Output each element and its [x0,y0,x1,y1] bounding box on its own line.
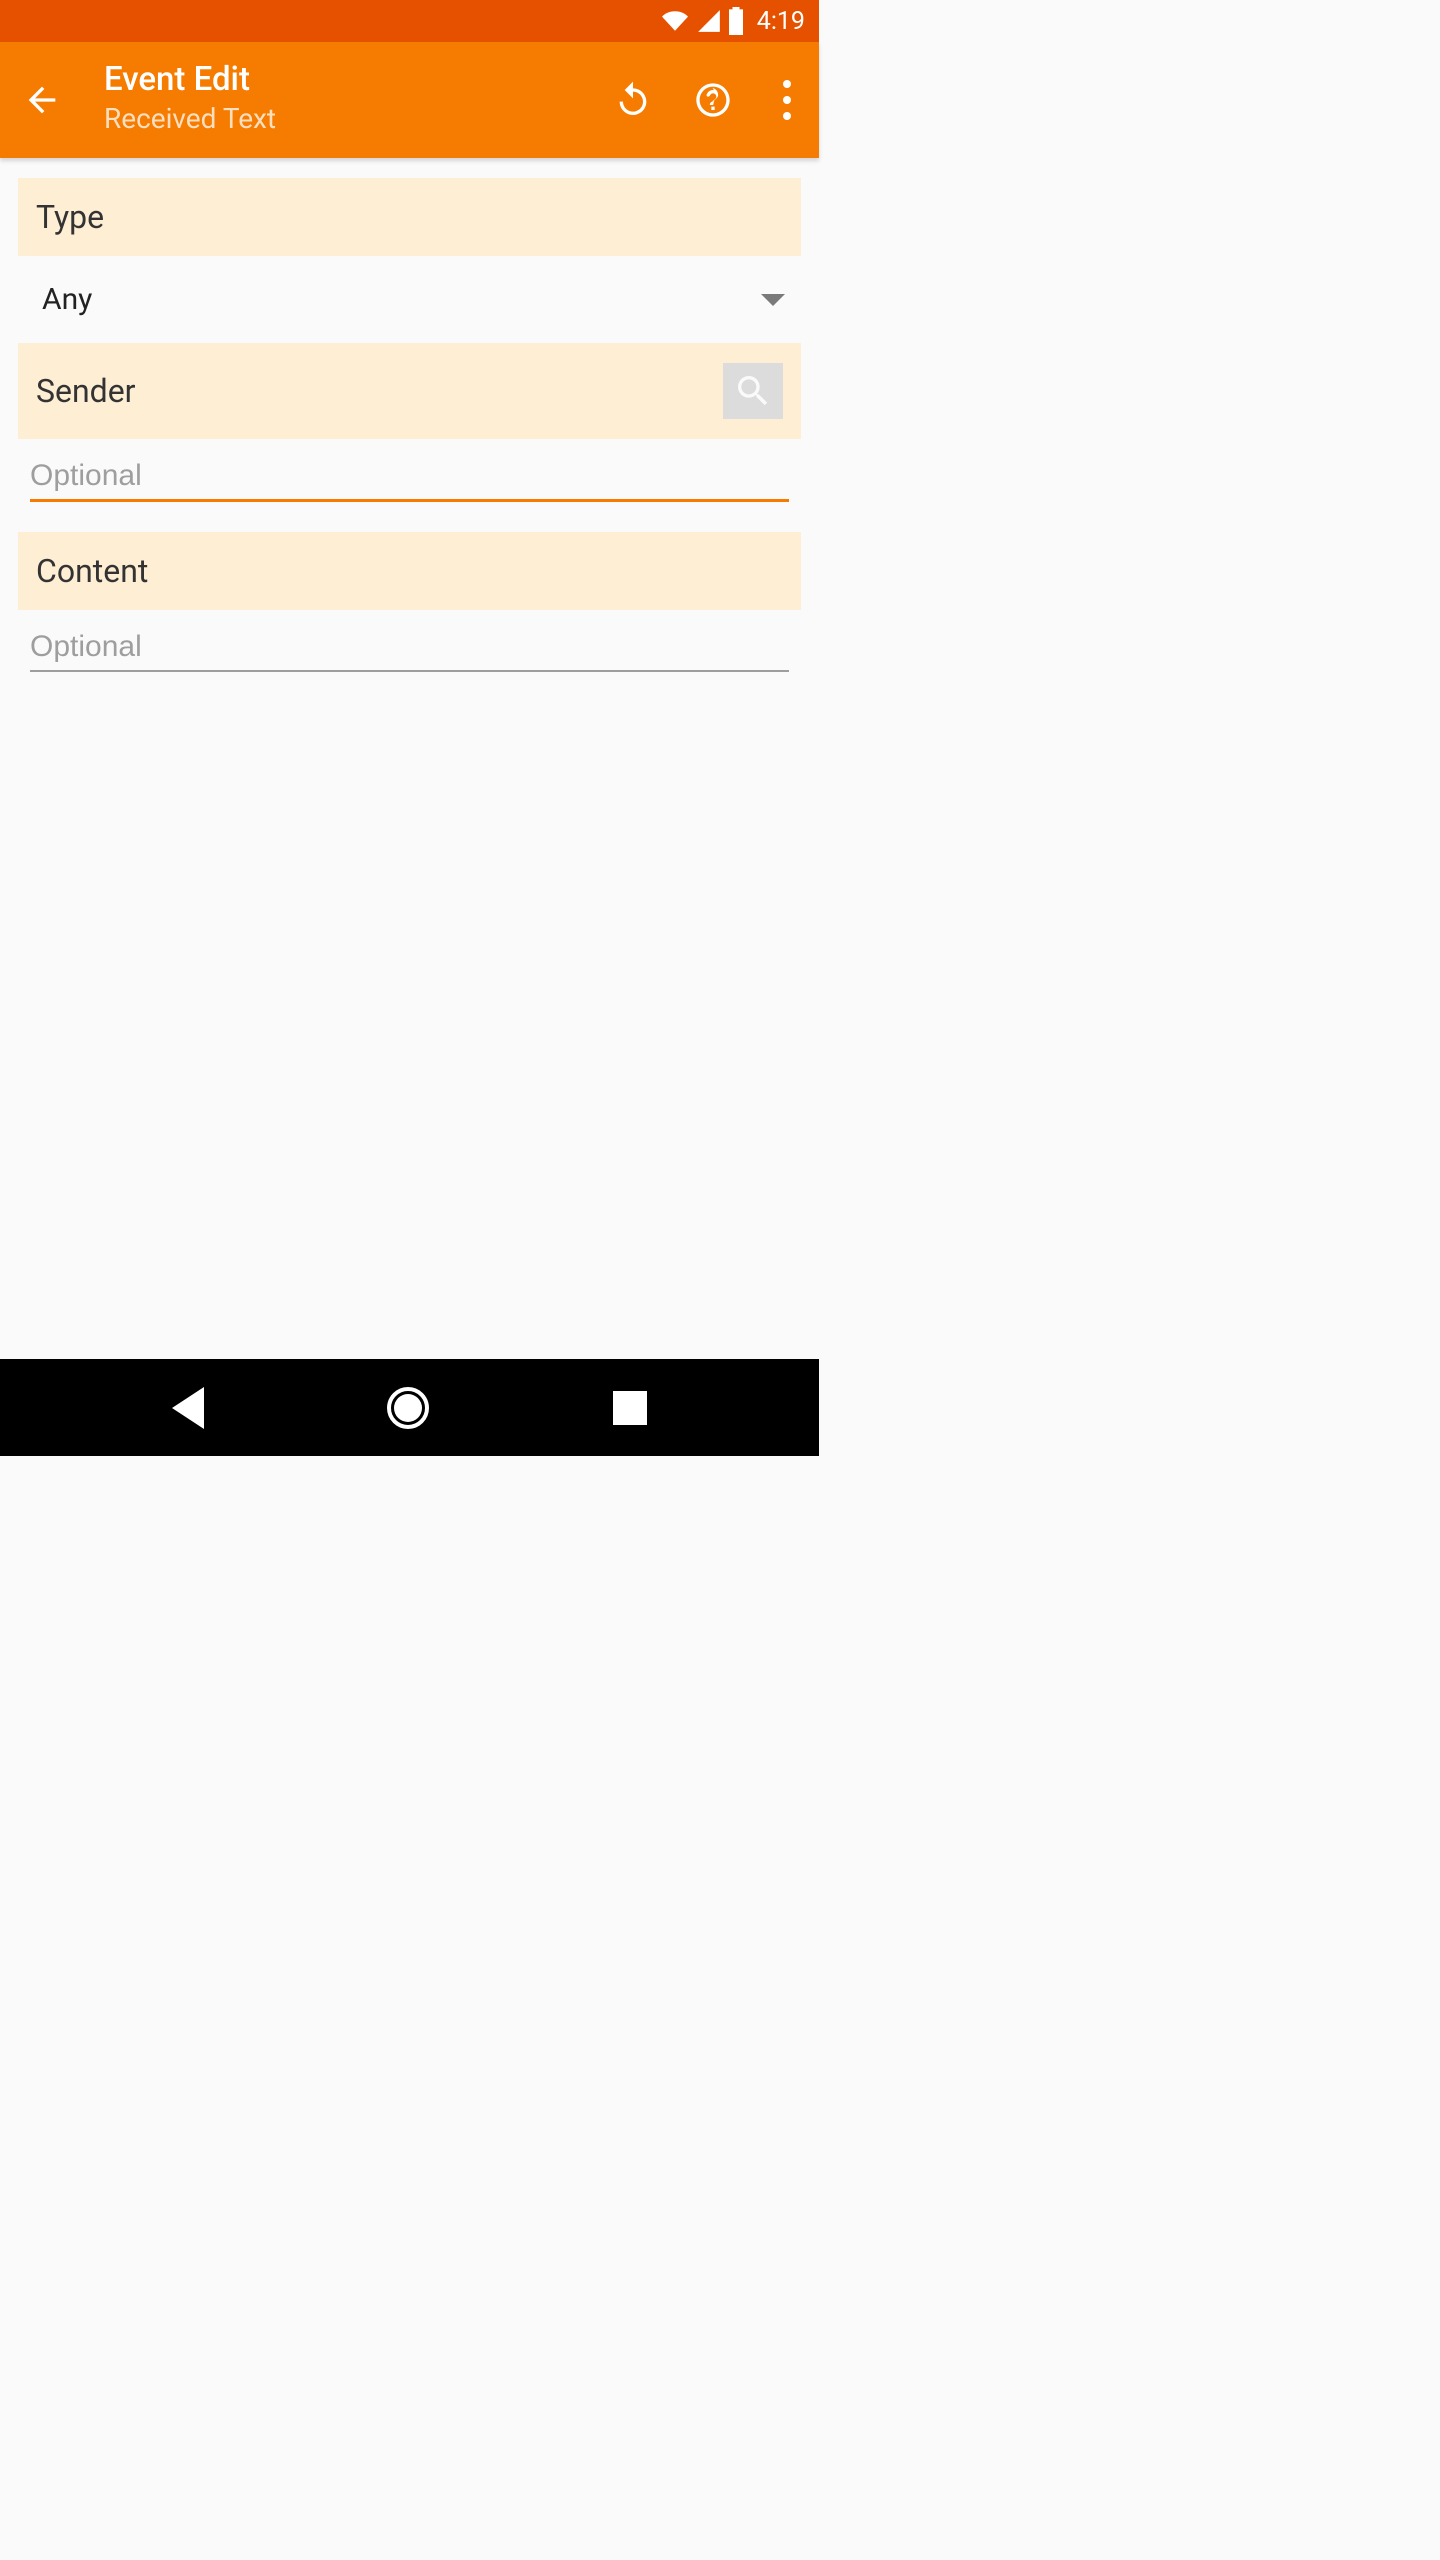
app-bar: Event Edit Received Text [0,42,819,158]
app-title-group: Event Edit Received Text [104,62,613,137]
content-input-row [0,610,819,672]
app-title: Event Edit [104,62,613,98]
type-section-header: Type [18,178,801,256]
wifi-icon [659,8,691,34]
sender-section-header: Sender [18,343,801,439]
overflow-menu-icon[interactable] [783,80,791,120]
type-value: Any [42,282,92,317]
cellular-icon [695,8,723,34]
nav-back-button[interactable] [172,1387,204,1429]
back-arrow-icon[interactable] [22,80,62,120]
nav-recent-button[interactable] [613,1391,647,1425]
sender-search-button[interactable] [723,363,783,419]
undo-icon[interactable] [613,80,653,120]
navigation-bar [0,1359,819,1456]
content-label: Content [36,552,148,590]
search-icon [733,371,773,411]
nav-home-button[interactable] [387,1387,429,1429]
content-section-header: Content [18,532,801,610]
sender-input-row [0,439,819,502]
status-time: 4:19 [757,7,805,36]
content-input[interactable] [30,624,789,672]
help-icon[interactable] [693,80,733,120]
sender-input[interactable] [30,453,789,502]
app-bar-actions [613,80,797,120]
sender-label: Sender [36,372,136,410]
status-bar: 4:19 [0,0,819,42]
chevron-down-icon [761,294,785,306]
app-subtitle: Received Text [104,99,613,138]
type-label: Type [36,198,104,236]
battery-icon [727,7,745,35]
type-dropdown[interactable]: Any [0,256,819,343]
content-area: Type Any Sender Content [0,158,819,692]
